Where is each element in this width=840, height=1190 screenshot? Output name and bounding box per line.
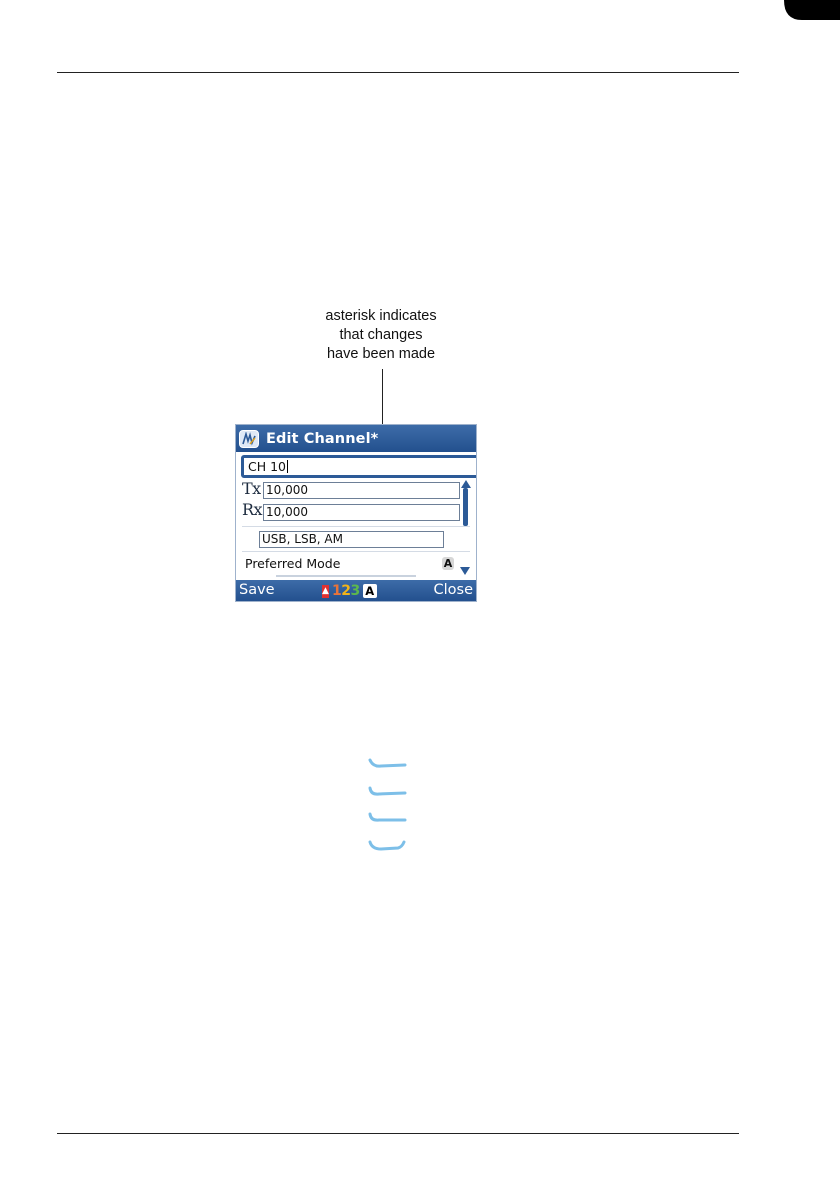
keypad-lock-icon: ▲ — [322, 584, 329, 598]
title-bar: Edit Channel* — [236, 425, 476, 452]
scroll-up-icon[interactable] — [461, 480, 471, 488]
screen-title: Edit Channel* — [266, 430, 379, 447]
tx-label: Tx — [242, 479, 261, 498]
save-softkey[interactable]: Save — [239, 580, 275, 601]
scroll-thumb[interactable] — [463, 488, 468, 526]
scrollbar[interactable] — [460, 480, 472, 526]
caret-icon — [287, 460, 289, 473]
rx-frequency-input[interactable]: 10,000 — [263, 504, 460, 521]
annotation-line-3: have been made — [326, 346, 436, 362]
alpha-mode-indicator: A — [362, 584, 377, 598]
footer-rule — [57, 1133, 739, 1134]
tx-frequency-input[interactable]: 10,000 — [263, 482, 460, 499]
numeric-mode-indicator: 123 — [332, 583, 360, 599]
annotation-callout: asterisk indicates that changes have bee… — [280, 307, 482, 364]
modes-field[interactable]: USB, LSB, AM — [259, 531, 444, 548]
annotation-line-1: asterisk indicates — [325, 308, 437, 324]
edit-channel-screen: Edit Channel* CH 10 Tx 10,000 Rx 10,000 … — [235, 424, 477, 602]
separator — [242, 551, 470, 552]
separator — [242, 526, 470, 527]
callout-pointer-line — [382, 369, 384, 424]
softkey-bar: Save ▲ 123 A Close — [236, 580, 476, 601]
preferred-mode-underline — [276, 575, 416, 577]
digit-2: 2 — [341, 583, 351, 599]
preferred-mode-label[interactable]: Preferred Mode — [245, 556, 340, 571]
header-rule — [57, 72, 739, 73]
rx-label: Rx — [242, 500, 263, 519]
channel-name-input[interactable]: CH 10 — [241, 455, 476, 478]
hand-mark — [368, 758, 407, 768]
preferred-mode-indicator: A — [442, 557, 454, 570]
hand-mark — [368, 812, 407, 822]
close-softkey[interactable]: Close — [434, 580, 474, 601]
input-mode-icon: ▲ 123 A — [322, 583, 377, 599]
digit-3: 3 — [350, 583, 361, 599]
digit-1: 1 — [332, 583, 342, 599]
hand-mark — [368, 786, 407, 796]
page-corner-mark — [784, 0, 840, 20]
scroll-down-icon[interactable] — [460, 567, 470, 575]
channel-name-value: CH 10 — [248, 459, 287, 474]
app-icon — [239, 429, 259, 448]
annotation-line-2: that changes — [339, 327, 423, 343]
hand-mark — [368, 840, 406, 851]
